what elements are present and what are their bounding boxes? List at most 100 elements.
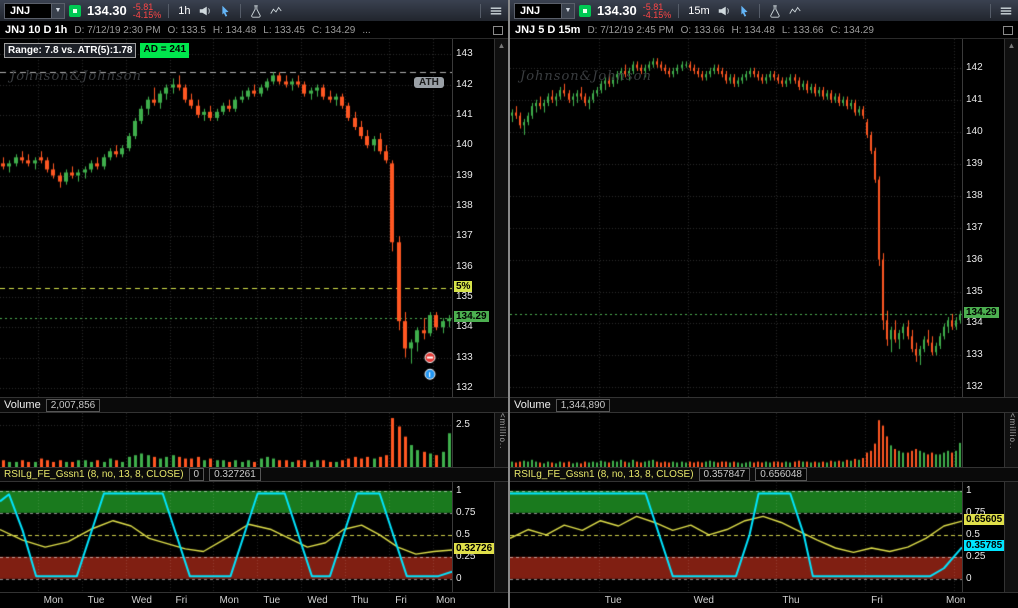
price-tick-label: 136: [456, 261, 473, 272]
change-pct-label: -4.15%: [643, 11, 672, 19]
volume-chart-area: 2.5 <millio..: [0, 413, 508, 467]
toolbar: JNJ ▼ 134.30 -5.81 -4.15% 1h: [0, 0, 508, 22]
rsi-chart[interactable]: [0, 482, 452, 592]
price-tick-label: 132: [966, 381, 983, 392]
menu-icon[interactable]: [998, 3, 1014, 19]
rsi-tick-label: 0.25: [966, 551, 985, 562]
rsi-tick-label: 0.5: [966, 529, 980, 540]
x-axis-label: Mon: [219, 595, 238, 606]
pane-edge-strip[interactable]: <millio..: [494, 413, 508, 467]
rsi-pane-header: RSILg_FE_Gssn1 (8, no, 13, 8, CLOSE) 0.3…: [510, 467, 1018, 482]
cursor-tool-icon[interactable]: [217, 3, 233, 19]
price-chart[interactable]: [510, 39, 962, 397]
volume-axis-note: <millio..: [498, 413, 507, 449]
price-tick-label: 138: [456, 200, 473, 211]
header-close: C: 134.29: [312, 25, 355, 36]
volume-axis[interactable]: 2.5: [452, 413, 494, 467]
rsi-tick-label: 0.75: [456, 507, 475, 518]
rsi-value-badge: 0.35785: [964, 540, 1004, 551]
symbol-input[interactable]: JNJ ▼: [514, 3, 575, 19]
x-axis-label: Mon: [44, 595, 63, 606]
timeframe-button[interactable]: 1h: [176, 5, 192, 17]
pane-collapse-icon[interactable]: ▲: [1005, 41, 1018, 50]
expand-icon[interactable]: [493, 26, 503, 35]
pct-level-badge: 5%: [454, 281, 472, 292]
rsi-axis[interactable]: 10.750.50.2500.32726: [452, 482, 494, 592]
rsi-pane-header: RSILg_FE_Gssn1 (8, no, 13, 8, CLOSE) 0 0…: [0, 467, 508, 482]
pane-edge-strip[interactable]: ▲: [494, 39, 508, 397]
volume-tick-label: 2.5: [456, 419, 470, 430]
header-open: O: 133.66: [681, 25, 725, 36]
x-axis-label: Mon: [946, 595, 965, 606]
x-axis-labels: MonTueWedFriMonTueWedThuFriMon: [0, 592, 508, 608]
cursor-tool-icon[interactable]: [736, 3, 752, 19]
volume-value: 1,344,890: [556, 399, 611, 412]
rsi-chart-area: 10.750.50.2500.656050.35785: [510, 482, 1018, 592]
symbol-dropdown-arrow[interactable]: ▼: [51, 4, 64, 18]
volume-label: Volume: [514, 399, 551, 411]
x-axis-label: Tue: [263, 595, 280, 606]
pane-edge-strip[interactable]: ▲: [1004, 39, 1018, 397]
chart-title: JNJ 10 D 1h: [5, 24, 67, 36]
header-close: C: 134.29: [831, 25, 874, 36]
x-axis-label: Thu: [782, 595, 799, 606]
rsi-axis[interactable]: 10.750.50.2500.656050.35785: [962, 482, 1004, 592]
last-price-label: 134.30: [597, 3, 637, 18]
megaphone-icon[interactable]: [716, 3, 732, 19]
price-chart[interactable]: [0, 39, 452, 397]
pane-edge-strip[interactable]: [1004, 482, 1018, 592]
pattern-icon[interactable]: [268, 3, 284, 19]
last-price-label: 134.30: [87, 3, 127, 18]
symbol-dropdown-arrow[interactable]: ▼: [561, 4, 574, 18]
volume-chart[interactable]: [0, 413, 452, 467]
price-tick-label: 138: [966, 190, 983, 201]
toolbar-divider: [990, 4, 991, 18]
pane-edge-strip[interactable]: <millio..: [1004, 413, 1018, 467]
study-badges: Range: 7.8 vs. ATR(5):1.78 AD = 241: [4, 43, 189, 58]
rsi-value-badge: 0.65605: [964, 514, 1004, 525]
realtime-status-icon: [579, 5, 591, 17]
toolbar-divider: [678, 4, 679, 18]
chart-header: JNJ 10 D 1h D: 7/12/19 2:30 PM O: 133.5 …: [0, 22, 508, 39]
rsi-chart[interactable]: [510, 482, 962, 592]
x-axis-label: Thu: [351, 595, 368, 606]
realtime-status-icon: [69, 5, 81, 17]
rsi-value-2: 0.656048: [755, 468, 807, 481]
rsi-tick-label: 1: [966, 485, 972, 496]
symbol-input[interactable]: JNJ ▼: [4, 3, 65, 19]
volume-chart[interactable]: [510, 413, 962, 467]
x-axis-label: Wed: [132, 595, 152, 606]
header-low: L: 133.45: [263, 25, 305, 36]
megaphone-icon[interactable]: [197, 3, 213, 19]
pattern-icon[interactable]: [787, 3, 803, 19]
range-atr-badge: Range: 7.8 vs. ATR(5):1.78: [4, 43, 136, 58]
expand-icon[interactable]: [1003, 26, 1013, 35]
timeframe-button[interactable]: 15m: [686, 5, 711, 17]
price-tick-label: 134: [456, 321, 473, 332]
beaker-icon[interactable]: [767, 3, 783, 19]
price-change: -5.81 -4.15%: [643, 3, 672, 19]
volume-value: 2,007,856: [46, 399, 101, 412]
x-axis-label: Fri: [871, 595, 883, 606]
price-tick-label: 135: [966, 286, 983, 297]
x-axis-label: Wed: [307, 595, 327, 606]
rsi-value-2: 0.327261: [209, 468, 261, 481]
menu-icon[interactable]: [488, 3, 504, 19]
pane-edge-strip[interactable]: [494, 482, 508, 592]
volume-pane-header: Volume 2,007,856: [0, 397, 508, 413]
rsi-study-label: RSILg_FE_Gssn1 (8, no, 13, 8, CLOSE): [514, 469, 694, 480]
price-tick-label: 134: [966, 317, 983, 328]
price-axis[interactable]: 142141140139138137136135134133132134.29: [962, 39, 1004, 397]
x-axis-label: Fri: [176, 595, 188, 606]
chart-panel-left: JNJ ▼ 134.30 -5.81 -4.15% 1h JNJ 10 D 1h…: [0, 0, 508, 608]
pane-collapse-icon[interactable]: ▲: [495, 41, 508, 50]
price-tick-label: 142: [456, 79, 473, 90]
volume-axis[interactable]: [962, 413, 1004, 467]
header-high: H: 134.48: [732, 25, 775, 36]
beaker-icon[interactable]: [248, 3, 264, 19]
rsi-study-label: RSILg_FE_Gssn1 (8, no, 13, 8, CLOSE): [4, 469, 184, 480]
price-tick-label: 132: [456, 382, 473, 393]
symbol-text: JNJ: [515, 4, 561, 18]
x-axis-label: Tue: [88, 595, 105, 606]
price-axis[interactable]: 143142141140139138137136135134133132134.…: [452, 39, 494, 397]
